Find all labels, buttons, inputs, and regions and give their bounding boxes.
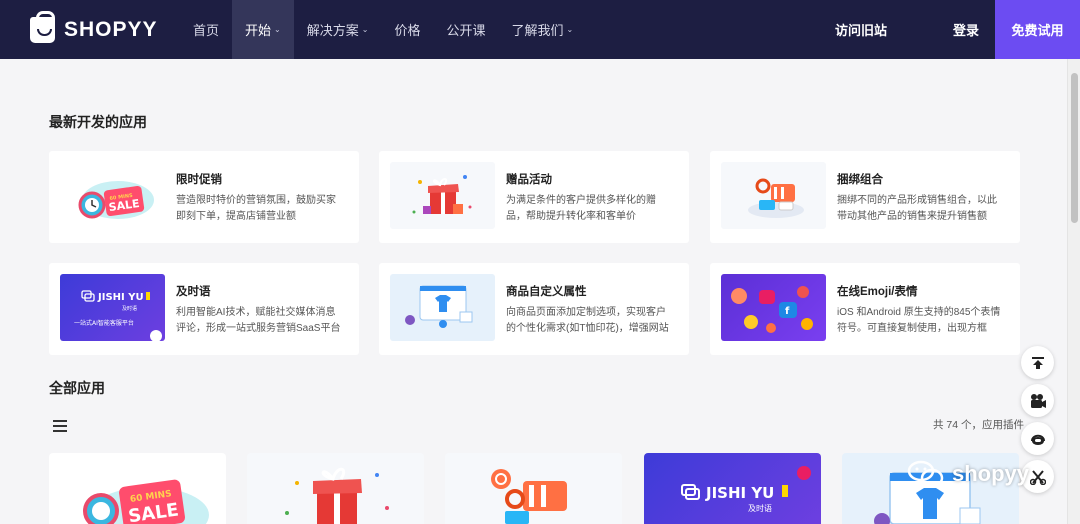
app-card-title: 限时促销 (176, 174, 222, 186)
app-tile-jishiyu[interactable]: JISHI YU 及时语 (644, 453, 821, 524)
bundle-icon (721, 162, 826, 229)
page-scrollbar[interactable] (1067, 59, 1080, 524)
app-card-desc: 为满足条件的客户提供多样化的赠品，帮助提升转化率和客单价 (506, 195, 656, 222)
main-nav: 首页 开始 ⌄ 解决方案 ⌄ 价格 公开课 了解我们 ⌄ (180, 0, 586, 59)
nav-item-pricing[interactable]: 价格 (381, 0, 433, 59)
jishiyu-thumb-sub: 及时语 (122, 305, 137, 312)
app-card-flash-sale[interactable]: 60 MINS SALE 限时促销 营造限时特价的营销氛围，鼓励买家即刻下单，提… (49, 151, 359, 243)
app-card-title: 捆绑组合 (837, 174, 883, 186)
app-card-title: 及时语 (176, 286, 211, 298)
scissors-icon (1029, 469, 1046, 485)
app-card-title: 在线Emoji/表情 (837, 286, 918, 298)
video-button[interactable] (1021, 384, 1054, 417)
menu-icon[interactable] (53, 420, 67, 432)
scroll-thumb[interactable] (1071, 73, 1078, 223)
app-card-bundle[interactable]: 捆绑组合 捆绑不同的产品形成销售组合，以此带动其他产品的销售来提升销售额 (710, 151, 1020, 243)
app-card-title: 商品自定义属性 (506, 286, 587, 298)
app-card-desc: 利用智能AI技术，赋能社交媒体消息评论，形成一站式服务营销SaaS平台 (176, 307, 341, 334)
app-card-gifts[interactable]: 赠品活动 为满足条件的客户提供多样化的赠品，帮助提升转化率和客单价 (379, 151, 689, 243)
nav-item-home[interactable]: 首页 (180, 0, 232, 59)
jishiyu-tile-title: JISHI YU (705, 484, 774, 502)
section-title-latest: 最新开发的应用 (49, 114, 147, 130)
app-card-desc: 向商品页面添加定制选项，实现客户的个性化需求(如T恤印花)，增强网站的... (506, 307, 669, 334)
login-link[interactable]: 登录 (937, 20, 995, 39)
nav-item-start[interactable]: 开始 ⌄ (232, 0, 294, 59)
headset-icon (1030, 434, 1045, 445)
app-card-title: 赠品活动 (506, 174, 552, 186)
support-button[interactable] (1021, 422, 1054, 455)
app-count: 共 74 个，应用插件 (933, 419, 1025, 431)
brand-name: SHOPYY (64, 17, 158, 41)
clock-sale-icon: 60 MINS SALE (83, 479, 209, 524)
arrow-up-icon (1031, 356, 1044, 369)
gift-box-icon (285, 467, 389, 524)
gift-box-icon (390, 162, 495, 229)
tshirt-custom-icon (390, 274, 495, 341)
section-title-all: 全部应用 (49, 380, 105, 396)
watermark-text: shopyy (952, 461, 1030, 486)
jishiyu-tile-sub: 及时语 (748, 503, 772, 513)
clock-sale-icon: 60 MINS SALE (60, 162, 165, 229)
app-card-desc: 营造限时特价的营销氛围，鼓励买家即刻下单，提高店铺营业额 (176, 195, 336, 222)
nav-item-courses[interactable]: 公开课 (433, 0, 498, 59)
chevron-down-icon: ⌄ (566, 25, 574, 34)
wechat-icon (907, 460, 944, 488)
jishiyu-thumb-line: 一站式AI智能客服平台 (74, 319, 134, 327)
app-tile-flash-sale[interactable]: 60 MINS SALE (49, 453, 226, 524)
app-card-emoji[interactable]: f 在线Emoji/表情 iOS 和Android 原生支持的845个表情符号。… (710, 263, 1020, 355)
shopping-bag-icon (30, 10, 55, 43)
app-card-jishiyu[interactable]: JISHI YU 及时语 一站式AI智能客服平台 及时语 利用智能AI技术，赋能… (49, 263, 359, 355)
free-trial-button[interactable]: 免费试用 (995, 0, 1080, 59)
wechat-watermark: shopyy (906, 459, 1029, 489)
jishiyu-logo-icon: JISHI YU 及时语 一站式AI智能客服平台 (60, 274, 165, 341)
old-site-link[interactable]: 访问旧站 (813, 20, 909, 39)
svg-text:f: f (785, 306, 790, 317)
jishiyu-thumb-title: JISHI YU (97, 292, 144, 303)
bundle-icon (491, 469, 567, 524)
top-navbar: SHOPYY 首页 开始 ⌄ 解决方案 ⌄ 价格 公开课 了解我们 ⌄ 访问旧站 登录… (0, 0, 1080, 59)
jishiyu-logo-icon: JISHI YU 及时语 (681, 466, 811, 513)
back-to-top-button[interactable] (1021, 346, 1054, 379)
video-camera-icon (1030, 393, 1046, 408)
app-tile-gifts[interactable] (247, 453, 424, 524)
nav-item-about[interactable]: 了解我们 ⌄ (498, 0, 586, 59)
app-card-custom-attributes[interactable]: 商品自定义属性 向商品页面添加定制选项，实现客户的个性化需求(如T恤印花)，增强… (379, 263, 689, 355)
nav-item-solutions[interactable]: 解决方案 ⌄ (294, 0, 382, 59)
emoji-icon: f (721, 274, 826, 341)
app-card-desc: 捆绑不同的产品形成销售组合，以此带动其他产品的销售来提升销售额 (837, 195, 997, 222)
app-tile-bundle[interactable] (445, 453, 622, 524)
app-card-desc: iOS 和Android 原生支持的845个表情符号。可直接复制使用，出现方框的… (837, 307, 1001, 334)
brand-logo[interactable]: SHOPYY (30, 0, 180, 59)
chevron-down-icon: ⌄ (274, 25, 281, 34)
header-actions: 访问旧站 登录 免费试用 (813, 0, 1080, 59)
chevron-down-icon: ⌄ (361, 25, 369, 34)
